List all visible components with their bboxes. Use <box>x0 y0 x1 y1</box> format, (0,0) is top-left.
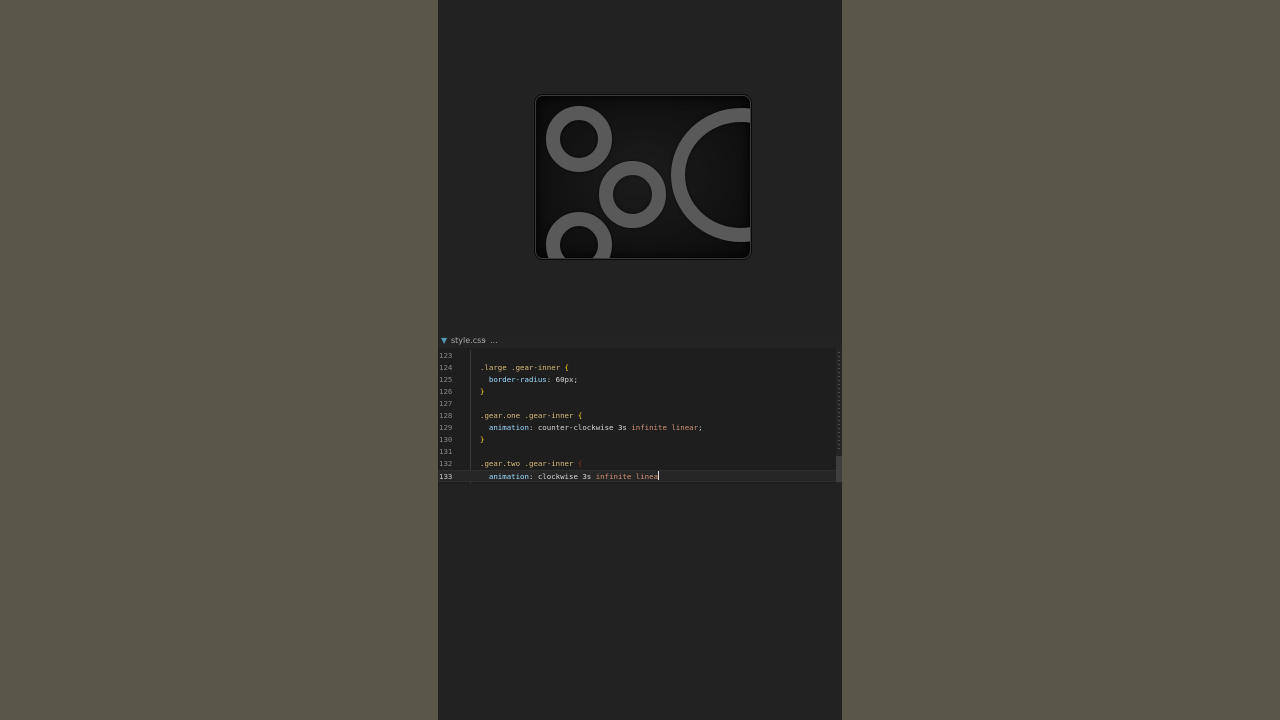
code-token: : <box>546 375 556 384</box>
code-token: animation <box>480 472 529 481</box>
code-text[interactable]: } <box>480 386 484 398</box>
code-text[interactable]: } <box>480 434 484 446</box>
breadcrumb-more[interactable]: ... <box>490 334 498 348</box>
code-line[interactable]: 131 <box>438 446 836 458</box>
code-token: { <box>577 459 583 468</box>
code-line[interactable]: 132 .gear.two .gear-inner { <box>438 458 836 470</box>
code-text[interactable]: animation: clockwise 3s infinite linea <box>480 471 660 483</box>
breadcrumb-separator: › <box>483 336 487 345</box>
code-token: .large .gear-inner <box>480 363 565 372</box>
code-token: } <box>480 387 485 396</box>
overview-ruler <box>838 352 840 452</box>
gear-small-top <box>546 106 612 172</box>
code-token: animation <box>480 423 529 432</box>
code-text[interactable]: border-radius: 60px; <box>480 374 578 386</box>
code-line[interactable]: 127 <box>438 398 836 410</box>
line-number: 130 <box>439 435 453 444</box>
line-number: 126 <box>439 387 453 396</box>
line-number: 123 <box>439 351 453 360</box>
line-number: 133 <box>439 472 453 481</box>
code-line[interactable]: 124 .large .gear-inner { <box>438 362 836 374</box>
code-token: clockwise 3s <box>537 472 596 481</box>
breadcrumb-file[interactable]: style.css <box>451 334 485 348</box>
code-token: infinite linear <box>631 423 699 432</box>
gear-large <box>671 108 750 242</box>
code-text[interactable]: .large .gear-inner { <box>480 362 569 374</box>
line-number: 127 <box>439 399 453 408</box>
vertical-scrollbar[interactable] <box>836 348 842 484</box>
line-number: 125 <box>439 375 453 384</box>
code-text[interactable]: animation: counter-clockwise 3s infinite… <box>480 422 703 434</box>
code-line[interactable]: 123 <box>438 350 836 362</box>
text-cursor <box>658 471 660 480</box>
code-token: } <box>480 435 485 444</box>
code-text[interactable]: .gear.one .gear-inner { <box>480 410 582 422</box>
code-token: infinite linea <box>595 472 659 481</box>
code-line[interactable]: 126} <box>438 386 836 398</box>
code-token: border-radius <box>480 375 547 384</box>
css-file-icon: ▼ <box>441 336 448 345</box>
code-token: ; <box>698 423 703 432</box>
code-token: { <box>577 411 583 420</box>
code-token: { <box>564 363 569 372</box>
gear-preview <box>535 95 751 259</box>
line-number: 129 <box>439 423 453 432</box>
breadcrumb: ▼ style.css › ... <box>438 334 842 348</box>
right-backdrop <box>842 0 1280 720</box>
code-token: ; <box>573 375 578 384</box>
code-line[interactable]: 133 animation: clockwise 3s infinite lin… <box>438 470 836 482</box>
gear-small-middle <box>599 161 666 228</box>
code-area[interactable]: 123 124 .large .gear-inner {125 border-rad… <box>438 350 842 484</box>
gear-small-bottom <box>546 212 612 258</box>
code-token: : <box>528 423 538 432</box>
code-token: : <box>528 472 538 481</box>
code-text[interactable]: .gear.two .gear-inner { <box>480 458 582 470</box>
code-token: 60px <box>555 375 574 384</box>
code-line[interactable]: 130} <box>438 434 836 446</box>
code-token: counter-clockwise 3s <box>537 423 632 432</box>
line-number: 132 <box>439 459 453 468</box>
left-backdrop <box>0 0 438 720</box>
code-token: .gear.one .gear-inner <box>480 411 578 420</box>
scrollbar-thumb[interactable] <box>836 456 842 482</box>
code-line[interactable]: 125 border-radius: 60px; <box>438 374 836 386</box>
line-number: 124 <box>439 363 453 372</box>
line-number: 128 <box>439 411 453 420</box>
video-frame: ▼ style.css › ... 123 124 .large .gear-inn… <box>438 0 842 720</box>
code-editor[interactable]: ▼ style.css › ... 123 124 .large .gear-inn… <box>438 334 842 484</box>
code-line[interactable]: 129 animation: counter-clockwise 3s infi… <box>438 422 836 434</box>
code-token: .gear.two .gear-inner <box>480 459 578 468</box>
line-number: 131 <box>439 447 453 456</box>
code-line[interactable]: 128 .gear.one .gear-inner { <box>438 410 836 422</box>
